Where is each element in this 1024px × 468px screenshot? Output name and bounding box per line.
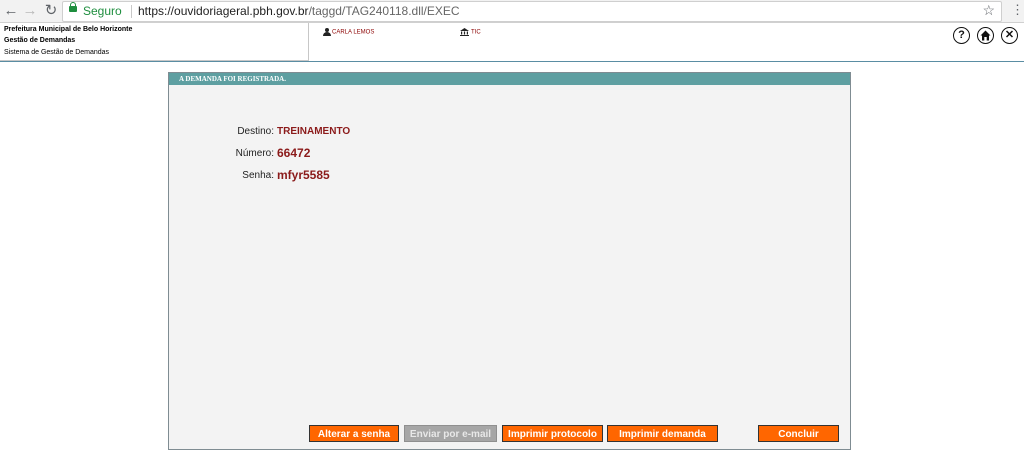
unit-info[interactable]: TIC [460, 28, 481, 36]
bookmark-star-icon[interactable]: ☆ [982, 2, 995, 19]
url-path: /taggd/TAG240118.dll/EXEC [308, 4, 460, 18]
destino-value: TREINAMENTO [277, 126, 351, 137]
app-header: Prefeitura Municipal de Belo Horizonte G… [0, 23, 1024, 61]
browser-menu-icon[interactable]: ⋮ [1011, 2, 1024, 18]
org-name: Prefeitura Municipal de Belo Horizonte [4, 26, 133, 33]
senha-value: mfyr5585 [277, 168, 330, 182]
url-text[interactable]: https://ouvidoriageral.pbh.gov.br/taggd/… [138, 4, 460, 18]
reload-icon[interactable]: ↻ [42, 2, 60, 20]
institution-icon [460, 28, 469, 36]
address-bar[interactable]: Seguro https://ouvidoriageral.pbh.gov.br… [62, 1, 1002, 22]
numero-value: 66472 [277, 146, 311, 160]
confirmation-panel: A DEMANDA FOI REGISTRADA. Destino: TREIN… [168, 72, 851, 450]
header-divider [0, 61, 1024, 62]
user-name: CARLA LEMOS [332, 29, 375, 36]
enviar-email-button[interactable]: Enviar por e-mail [404, 425, 497, 442]
back-arrow-icon[interactable]: ← [2, 2, 20, 20]
destino-label: Destino: [237, 126, 274, 137]
org-info: Prefeitura Municipal de Belo Horizonte G… [0, 23, 309, 61]
numero-label: Número: [235, 148, 274, 159]
module-name: Gestão de Demandas [4, 37, 76, 44]
panel-title: A DEMANDA FOI REGISTRADA. [169, 73, 850, 85]
address-separator [131, 5, 132, 18]
senha-label: Senha: [242, 170, 274, 181]
unit-name: TIC [471, 29, 481, 36]
home-icon[interactable] [977, 27, 994, 44]
url-host: https://ouvidoriageral.pbh.gov.br [138, 4, 309, 18]
imprimir-protocolo-button[interactable]: Imprimir protocolo [502, 425, 603, 442]
imprimir-demanda-button[interactable]: Imprimir demanda [607, 425, 718, 442]
lock-icon [69, 2, 77, 12]
user-icon [323, 28, 331, 36]
system-name: Sistema de Gestão de Demandas [4, 49, 110, 56]
alterar-senha-button[interactable]: Alterar a senha [309, 425, 399, 442]
browser-toolbar: ← → ↻ Seguro https://ouvidoriageral.pbh.… [0, 0, 1024, 23]
concluir-button[interactable]: Concluir [758, 425, 839, 442]
close-icon[interactable]: ✕ [1001, 27, 1018, 44]
forward-arrow-icon[interactable]: → [21, 2, 39, 20]
help-icon[interactable]: ? [953, 27, 970, 44]
user-info[interactable]: CARLA LEMOS [323, 28, 374, 36]
secure-label: Seguro [83, 4, 122, 18]
